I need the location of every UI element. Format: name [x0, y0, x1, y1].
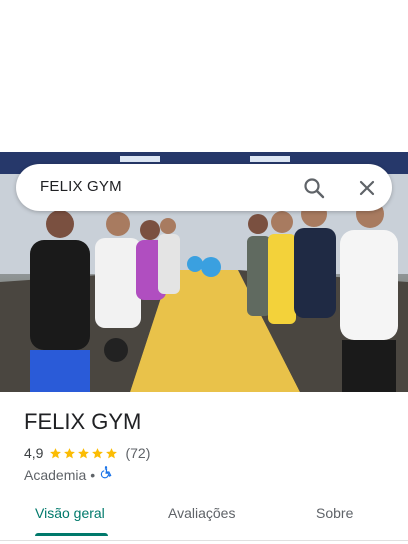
tab-about[interactable]: Sobre: [316, 505, 353, 521]
star-icon: [106, 447, 118, 458]
separator-dot: •: [90, 466, 96, 483]
place-title: FELIX GYM: [24, 409, 142, 434]
close-icon[interactable]: [354, 175, 380, 201]
star-icon: [92, 447, 104, 458]
review-count[interactable]: (72): [125, 445, 150, 461]
tabs-divider: [0, 540, 408, 541]
tab-reviews[interactable]: Avaliações: [168, 505, 235, 521]
search-icon[interactable]: [301, 175, 327, 201]
place-tabs: Visão geral Avaliações Sobre: [0, 496, 408, 536]
wheelchair-icon: [99, 465, 113, 484]
star-icon: [50, 447, 62, 458]
star-rating: [49, 447, 119, 460]
star-icon: [78, 447, 90, 458]
rating-row[interactable]: 4,9 (72): [24, 445, 150, 461]
search-bar[interactable]: FELIX GYM: [16, 164, 392, 211]
place-category: Academia: [24, 466, 87, 483]
star-icon: [64, 447, 76, 458]
search-query[interactable]: FELIX GYM: [40, 178, 122, 195]
active-tab-indicator: [35, 533, 108, 536]
category-row: Academia •: [24, 465, 113, 484]
rating-value: 4,9: [24, 445, 44, 461]
tab-overview[interactable]: Visão geral: [35, 505, 105, 521]
